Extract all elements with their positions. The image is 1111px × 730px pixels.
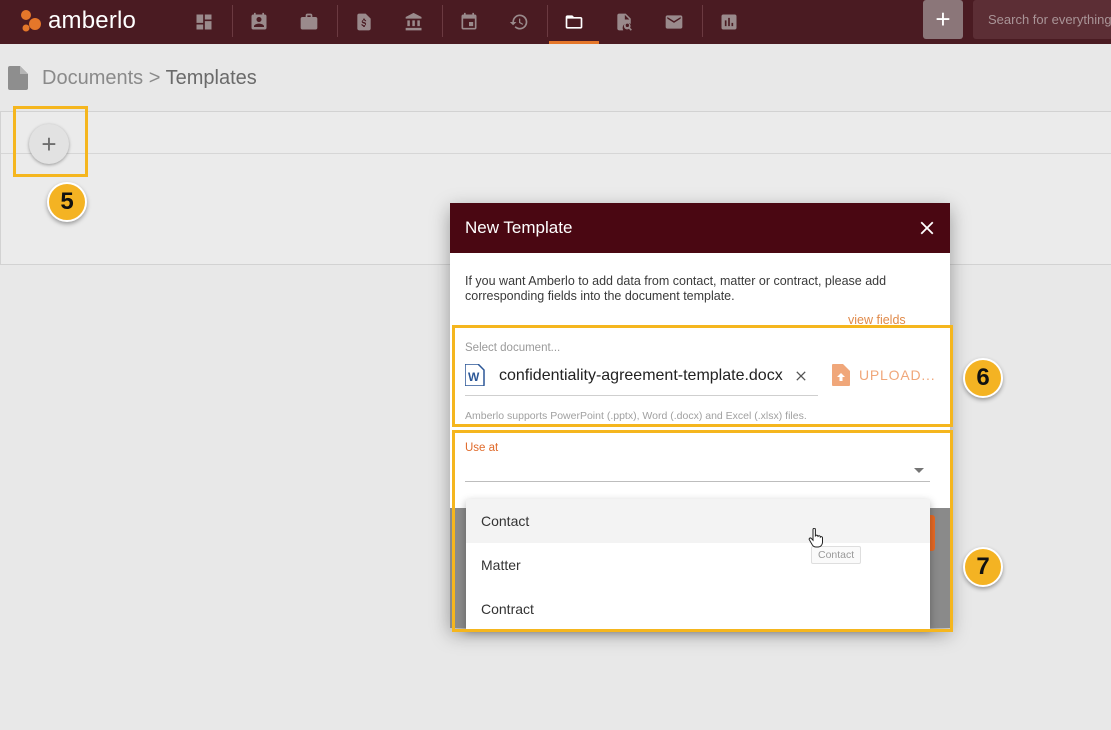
nav-reports[interactable] xyxy=(704,0,754,44)
nav-contacts[interactable] xyxy=(234,0,284,44)
dialog-header: New Template xyxy=(450,203,950,253)
mail-icon xyxy=(665,15,683,29)
step-badge-6: 6 xyxy=(963,358,1003,398)
toolbar-divider xyxy=(1,153,1111,154)
nav-time[interactable] xyxy=(494,0,544,44)
nav-separator xyxy=(442,5,443,37)
breadcrumb-documents[interactable]: Documents xyxy=(42,67,143,89)
nav-accounts[interactable] xyxy=(389,0,439,44)
logo-text: amberlo xyxy=(48,7,137,34)
invoice-icon xyxy=(357,13,371,31)
briefcase-icon xyxy=(300,13,318,30)
nav-matters[interactable] xyxy=(284,0,334,44)
highlight-box-7 xyxy=(452,430,953,632)
folder-icon xyxy=(565,15,583,29)
global-search-input[interactable] xyxy=(973,0,1111,39)
amberlo-logo[interactable]: amberlo xyxy=(18,6,136,36)
nav-dashboard[interactable] xyxy=(179,0,229,44)
nav-separator xyxy=(337,5,338,37)
nav-separator xyxy=(232,5,233,37)
contract-search-icon xyxy=(617,13,632,31)
nav-contracts[interactable] xyxy=(599,0,649,44)
nav-documents[interactable] xyxy=(549,0,599,44)
breadcrumb: Documents > Templates xyxy=(42,67,257,90)
amberlo-logo-icon xyxy=(21,10,41,32)
dialog-info-text: If you want Amberlo to add data from con… xyxy=(465,274,887,303)
breadcrumb-separator: > xyxy=(143,67,166,89)
nav-separator xyxy=(702,5,703,37)
reports-icon xyxy=(721,14,737,30)
page-header: Documents > Templates xyxy=(0,44,1111,112)
highlight-box-5 xyxy=(13,106,88,177)
nav-separator xyxy=(547,5,548,37)
history-icon xyxy=(509,14,528,30)
global-search xyxy=(973,0,1111,39)
top-navigation-bar: amberlo + xyxy=(0,0,1111,44)
document-icon xyxy=(8,66,28,90)
contacts-icon xyxy=(251,12,267,30)
step-badge-7: 7 xyxy=(963,547,1003,587)
bank-icon xyxy=(405,12,422,31)
nav-mail[interactable] xyxy=(649,0,699,44)
highlight-box-6 xyxy=(452,325,953,427)
dashboard-icon xyxy=(196,14,212,30)
breadcrumb-templates: Templates xyxy=(165,67,257,89)
calendar-icon xyxy=(461,12,477,30)
global-add-button[interactable]: + xyxy=(923,0,963,39)
dialog-title: New Template xyxy=(465,218,573,237)
nav-billing[interactable] xyxy=(339,0,389,44)
step-badge-5: 5 xyxy=(47,182,87,222)
nav-calendar[interactable] xyxy=(444,0,494,44)
close-icon[interactable] xyxy=(916,217,938,239)
